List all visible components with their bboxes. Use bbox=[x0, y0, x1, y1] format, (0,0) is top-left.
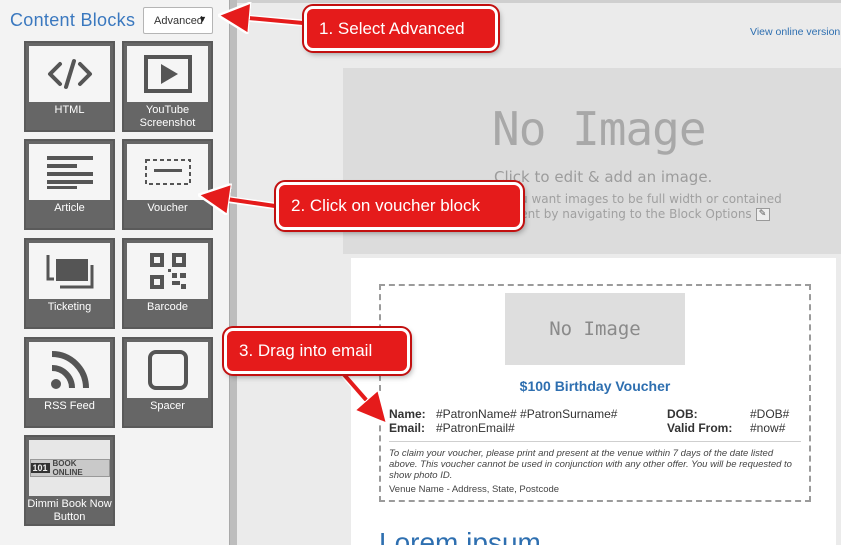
voucher-divider bbox=[389, 441, 801, 442]
hero-edit-hint: Click to edit & add an image. bbox=[494, 168, 713, 186]
voucher-email-value: #PatronEmail# bbox=[436, 421, 515, 435]
voucher-icon bbox=[127, 144, 208, 200]
callout-click-voucher: 2. Click on voucher block bbox=[276, 182, 523, 230]
voucher-terms: To claim your voucher, please print and … bbox=[389, 448, 792, 481]
voucher-dob-row: DOB: bbox=[667, 407, 698, 421]
dropdown-arrow-icon: ▼ bbox=[198, 14, 207, 24]
block-article[interactable]: Article bbox=[24, 139, 115, 230]
qr-code-icon bbox=[127, 243, 208, 299]
block-youtube-screenshot[interactable]: YouTube Screenshot bbox=[122, 41, 213, 132]
voucher-dob-label: DOB: bbox=[667, 407, 698, 421]
spacer-icon bbox=[127, 342, 208, 398]
sidebar-scrollbar[interactable] bbox=[229, 0, 237, 545]
block-html[interactable]: HTML bbox=[24, 41, 115, 132]
email-canvas: View online version No Image Click to ed… bbox=[237, 0, 841, 545]
block-label: RSS Feed bbox=[44, 400, 95, 412]
hero-options-note-text: If you want images to be full width or c… bbox=[494, 192, 782, 221]
voucher-valid-row: Valid From: bbox=[667, 421, 732, 435]
email-content-card: No Image $100 Birthday Voucher Name: #Pa… bbox=[351, 258, 836, 545]
block-spacer[interactable]: Spacer bbox=[122, 337, 213, 428]
block-label: Article bbox=[54, 202, 85, 214]
sidebar-title: Content Blocks bbox=[10, 10, 136, 30]
book-online-logo: 101 BOOK ONLINE bbox=[29, 440, 110, 496]
voucher-block[interactable]: No Image $100 Birthday Voucher Name: #Pa… bbox=[379, 284, 811, 502]
tickets-icon bbox=[29, 243, 110, 299]
block-label: Spacer bbox=[150, 400, 185, 412]
voucher-image-placeholder[interactable]: No Image bbox=[505, 293, 685, 365]
block-label: Dimmi Book Now Button bbox=[27, 498, 112, 523]
view-online-link[interactable]: View online version bbox=[750, 26, 840, 38]
block-rss-feed[interactable]: RSS Feed bbox=[24, 337, 115, 428]
book-online-logo-text: BOOK ONLINE bbox=[52, 459, 83, 477]
callout-select-advanced: 1. Select Advanced bbox=[304, 6, 498, 51]
block-label: YouTube Screenshot bbox=[139, 104, 196, 129]
hero-no-image-title: No Image bbox=[492, 102, 707, 156]
voucher-dob-value: #DOB# bbox=[750, 407, 790, 421]
voucher-email-row: Email: bbox=[389, 421, 425, 435]
block-mode-select[interactable]: Advanced ▼ bbox=[143, 7, 213, 34]
rss-icon bbox=[29, 342, 110, 398]
text-lines-icon bbox=[29, 144, 110, 200]
block-label: HTML bbox=[54, 104, 85, 116]
voucher-name-row: Name: bbox=[389, 407, 426, 421]
lorem-heading[interactable]: Lorem ipsum bbox=[379, 527, 541, 545]
canvas-top-border bbox=[237, 0, 841, 3]
block-mode-select-value: Advanced bbox=[154, 15, 203, 27]
block-label: Barcode bbox=[147, 301, 188, 313]
callout-drag-into-email: 3. Drag into email bbox=[224, 328, 410, 374]
block-label: Voucher bbox=[147, 202, 188, 214]
block-barcode[interactable]: Barcode bbox=[122, 238, 213, 329]
voucher-venue: Venue Name - Address, State, Postcode bbox=[389, 484, 560, 495]
voucher-email-label: Email: bbox=[389, 421, 426, 435]
voucher-valid-label: Valid From: bbox=[667, 421, 733, 435]
block-options-icon[interactable]: ✎ bbox=[755, 208, 770, 221]
block-ticketing[interactable]: Ticketing bbox=[24, 238, 115, 329]
block-label: Ticketing bbox=[47, 301, 92, 313]
voucher-valid-value: #now# bbox=[750, 421, 786, 435]
content-blocks-sidebar: Content Blocks Advanced ▼ HTML YouTube S… bbox=[0, 0, 237, 545]
block-dimmi-book-now[interactable]: 101 BOOK ONLINE Dimmi Book Now Button bbox=[24, 435, 115, 526]
hero-options-note: If you want images to be full width or c… bbox=[494, 192, 824, 222]
voucher-name-label: Name: bbox=[389, 407, 426, 421]
voucher-title: $100 Birthday Voucher bbox=[519, 378, 671, 394]
block-voucher[interactable]: Voucher bbox=[122, 139, 213, 230]
play-icon bbox=[127, 46, 208, 102]
voucher-name-value: #PatronName# #PatronSurname# bbox=[436, 407, 618, 421]
code-icon bbox=[29, 46, 110, 102]
